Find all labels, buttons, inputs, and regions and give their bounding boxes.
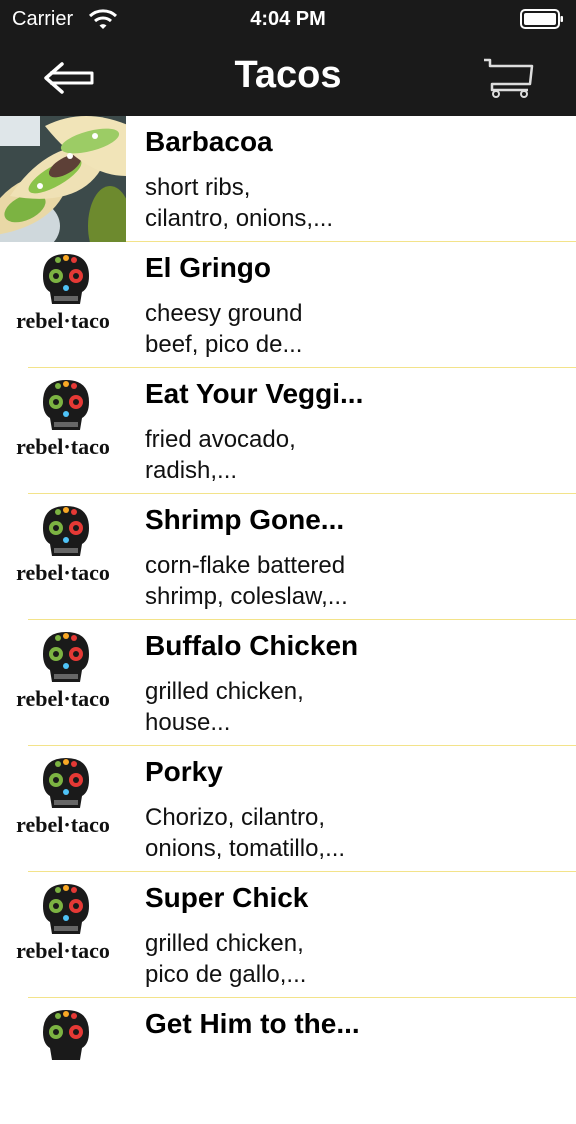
list-item[interactable]: rebel·taco Eat Your Veggi... fried avoca… — [0, 368, 576, 494]
item-name: El Gringo — [145, 252, 271, 283]
item-description: corn-flake battered shrimp, coleslaw,... — [145, 550, 405, 612]
status-time: 4:04 PM — [250, 8, 326, 30]
logo-text: rebel·taco — [16, 434, 110, 459]
item-desc-line: corn-flake battered — [145, 552, 346, 579]
item-name: Barbacoa — [145, 126, 273, 157]
status-bar: Carrier 4:04 PM — [0, 0, 576, 40]
item-desc-line: grilled chicken, — [145, 678, 304, 705]
item-desc-line: Chorizo, cilantro, — [145, 804, 326, 831]
cart-icon[interactable] — [482, 56, 536, 100]
logo-text: rebel·taco — [16, 938, 110, 963]
rebel-taco-logo: rebel·taco — [0, 620, 126, 746]
item-desc-line: fried avocado, — [145, 426, 296, 453]
logo-text: rebel·taco — [16, 560, 110, 585]
item-name: Buffalo Chicken — [145, 630, 359, 661]
logo-text: rebel·taco — [16, 308, 110, 333]
item-desc-line: radish,... — [145, 457, 238, 484]
nav-bar: Tacos — [0, 40, 576, 116]
rebel-taco-logo — [0, 998, 126, 1124]
list-item[interactable]: Barbacoa short ribs, cilantro, onions,..… — [0, 116, 576, 242]
item-name: Eat Your Veggi... — [145, 378, 364, 409]
item-desc-line: onions, tomatillo,... — [145, 835, 346, 862]
item-desc-line: pico de gallo,... — [145, 961, 307, 988]
item-description: grilled chicken, house... — [145, 676, 405, 738]
logo-text: rebel·taco — [16, 686, 110, 711]
list-item[interactable]: Get Him to the... — [0, 998, 576, 1124]
taco-list: Barbacoa short ribs, cilantro, onions,..… — [0, 116, 576, 1124]
item-name: Porky — [145, 756, 223, 787]
item-desc-line: cilantro, onions,... — [145, 205, 334, 232]
list-item[interactable]: rebel·taco Super Chick grilled chicken, … — [0, 872, 576, 998]
item-name: Shrimp Gone... — [145, 504, 345, 535]
item-desc-line: short ribs, — [145, 174, 251, 201]
taco-photo — [0, 116, 126, 242]
list-item[interactable]: rebel·taco El Gringo cheesy ground beef,… — [0, 242, 576, 368]
rebel-taco-logo: rebel·taco — [0, 494, 126, 620]
item-name: Get Him to the... — [145, 1008, 360, 1039]
item-desc-line: cheesy ground — [145, 300, 303, 327]
item-description: Chorizo, cilantro, onions, tomatillo,... — [145, 802, 405, 864]
logo-text: rebel·taco — [16, 812, 110, 837]
item-desc-line: beef, pico de... — [145, 331, 303, 358]
item-description: grilled chicken, pico de gallo,... — [145, 928, 405, 990]
item-desc-line: grilled chicken, — [145, 930, 304, 957]
item-desc-line: shrimp, coleslaw,... — [145, 583, 348, 610]
list-item[interactable]: rebel·taco Porky Chorizo, cilantro, onio… — [0, 746, 576, 872]
rebel-taco-logo: rebel·taco — [0, 746, 126, 872]
rebel-taco-logo: rebel·taco — [0, 242, 126, 368]
item-desc-line: house... — [145, 709, 231, 736]
rebel-taco-logo: rebel·taco — [0, 368, 126, 494]
list-item[interactable]: rebel·taco Shrimp Gone... corn-flake bat… — [0, 494, 576, 620]
list-item[interactable]: rebel·taco Buffalo Chicken grilled chick… — [0, 620, 576, 746]
rebel-taco-logo: rebel·taco — [0, 872, 126, 998]
item-description: fried avocado, radish,... — [145, 424, 405, 486]
item-description: cheesy ground beef, pico de... — [145, 298, 405, 360]
battery-icon — [520, 9, 563, 29]
item-description: short ribs, cilantro, onions,... — [145, 172, 405, 234]
item-name: Super Chick — [145, 882, 309, 913]
